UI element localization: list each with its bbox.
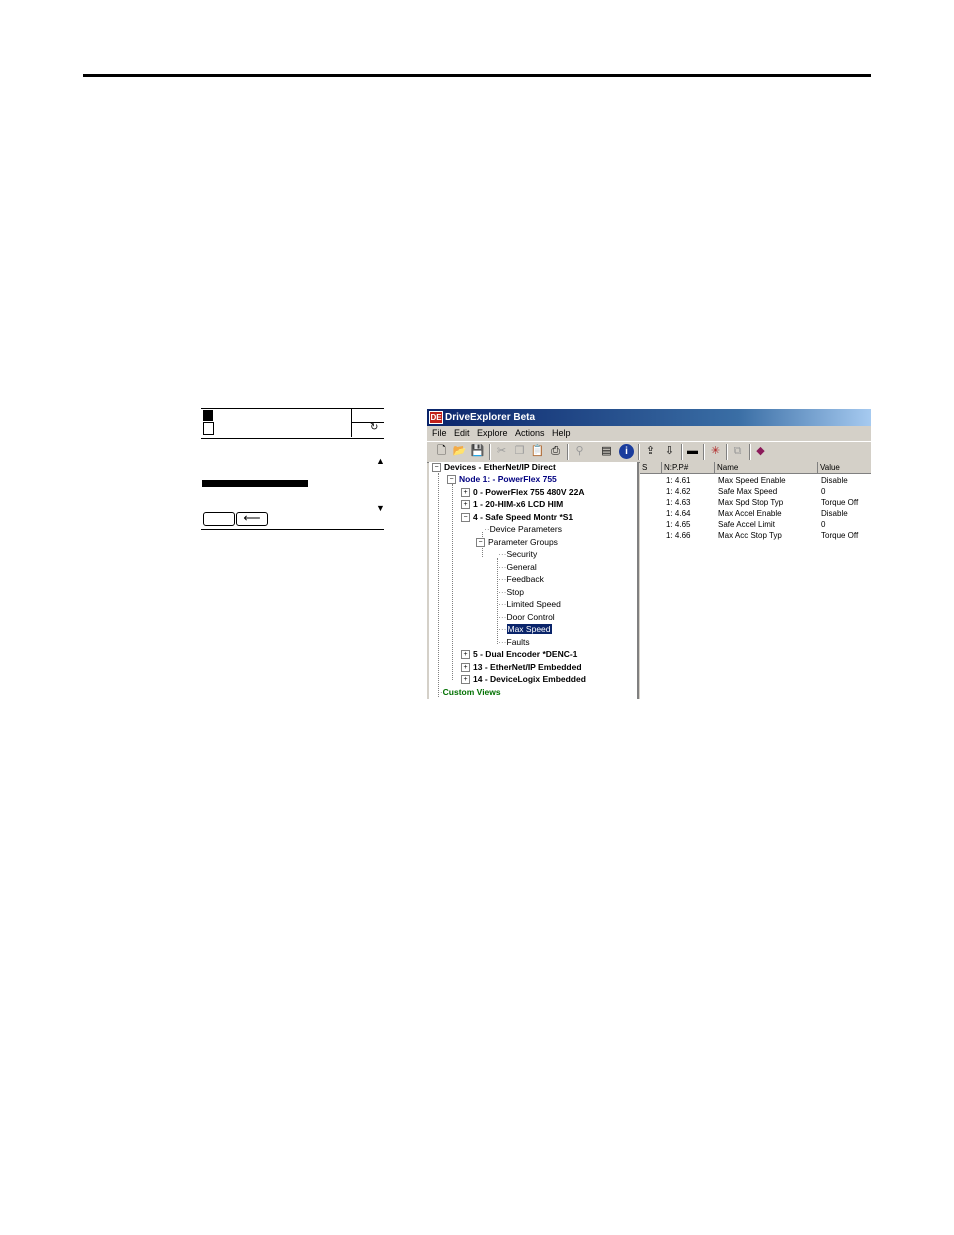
table-row[interactable]: 1: 4.64 Max Accel Enable Disable [640, 508, 871, 519]
column-header-name[interactable]: Name [715, 462, 818, 473]
paste-icon[interactable]: 📋 [530, 444, 545, 459]
back-arrow-icon: ⟵ [243, 511, 261, 525]
menu-file[interactable]: File [432, 426, 447, 441]
him-block-empty [203, 422, 214, 435]
toolbar-separator [726, 444, 728, 460]
toolbar-separator [681, 444, 683, 460]
him-block-filled [203, 410, 213, 421]
expand-icon[interactable]: + [461, 488, 470, 497]
list-header: S N:P.P# Name Value [640, 462, 871, 474]
collapse-icon[interactable]: − [461, 513, 470, 522]
down-arrow-icon: ▼ [376, 503, 385, 513]
tree-group-item[interactable]: ···Door Control [498, 612, 555, 623]
print-icon[interactable]: ⎙ [548, 444, 563, 459]
parameter-list: S N:P.P# Name Value 1: 4.61 Max Speed En… [640, 462, 871, 699]
tree-custom-views[interactable]: ··Custom Views [437, 687, 501, 698]
toolbar: 🗋 📂 💾 ✂ ❐ 📋 ⎙ ⚲ ▤ i ⇪ ⇩ ▬ ✳ ⧉ ◆ [427, 441, 871, 463]
tree-port[interactable]: −4 - Safe Speed Montr *S1 [461, 512, 573, 523]
title-bar[interactable]: DE DriveExplorer Beta [427, 409, 871, 426]
him-status-frame [201, 408, 384, 439]
tree-group-item[interactable]: ···Faults [498, 637, 530, 648]
tree-node[interactable]: − Node 1: - PowerFlex 755 [447, 474, 557, 485]
table-row[interactable]: 1: 4.65 Safe Accel Limit 0 [640, 519, 871, 530]
tree-item-device-parameters[interactable]: ··Device Parameters [484, 524, 562, 535]
disconnect-icon[interactable]: ⚲ [572, 444, 587, 459]
collapse-icon[interactable]: − [447, 475, 456, 484]
expand-icon[interactable]: + [461, 663, 470, 672]
tree-guide-line [438, 473, 439, 697]
tree-group-item[interactable]: ···Stop [498, 587, 524, 598]
copy-icon[interactable]: ❐ [512, 444, 527, 459]
toolbar-separator [749, 444, 751, 460]
him-highlight-bar [202, 480, 308, 487]
tree-group-item[interactable]: ···General [498, 562, 537, 573]
tree-port[interactable]: +14 - DeviceLogix Embedded [461, 674, 586, 685]
save-icon[interactable]: 💾 [470, 444, 485, 459]
refresh-icon: ↻ [370, 422, 379, 433]
table-row[interactable]: 1: 4.66 Max Acc Stop Typ Torque Off [640, 530, 871, 541]
tree-port[interactable]: +0 - PowerFlex 755 480V 22A [461, 487, 585, 498]
download-icon[interactable]: ⇩ [662, 444, 677, 459]
him-display: ↻ ▲ ▼ ⟵ [201, 408, 385, 532]
toolbar-separator [567, 444, 569, 460]
column-header-value[interactable]: Value [818, 462, 871, 473]
tree-port[interactable]: +5 - Dual Encoder *DENC-1 [461, 649, 577, 660]
expand-icon[interactable]: + [461, 500, 470, 509]
new-file-icon[interactable]: 🗋 [434, 444, 449, 459]
tree-group-item[interactable]: ···Security [498, 549, 537, 560]
compare-icon[interactable]: ⧉ [730, 444, 745, 459]
tree-group-item-selected[interactable]: ···Max Speed [498, 624, 552, 635]
expand-icon[interactable]: + [461, 650, 470, 659]
table-row[interactable]: 1: 4.61 Max Speed Enable Disable [640, 475, 871, 486]
menu-bar: File Edit Explore Actions Help [427, 426, 871, 441]
toolbar-separator [703, 444, 705, 460]
him-divider [351, 422, 384, 423]
table-row[interactable]: 1: 4.63 Max Spd Stop Typ Torque Off [640, 497, 871, 508]
toolbar-separator [638, 444, 640, 460]
tree-guide-line [452, 484, 453, 680]
device-tree: − Devices - EtherNet/IP Direct − Node 1: -… [429, 462, 639, 699]
column-header-s[interactable]: S [640, 462, 662, 473]
app-logo-icon: DE [429, 411, 443, 424]
tree-group-item[interactable]: ···Limited Speed [498, 599, 561, 610]
window-title: DriveExplorer Beta [445, 412, 536, 423]
tree-root[interactable]: − Devices - EtherNet/IP Direct [432, 462, 556, 473]
cut-icon[interactable]: ✂ [494, 444, 509, 459]
menu-explore[interactable]: Explore [477, 426, 508, 441]
wizard-icon[interactable]: ✳ [708, 444, 723, 459]
column-header-number[interactable]: N:P.P# [662, 462, 715, 473]
upload-icon[interactable]: ⇪ [643, 444, 658, 459]
menu-help[interactable]: Help [552, 426, 571, 441]
table-row[interactable]: 1: 4.62 Safe Max Speed 0 [640, 486, 871, 497]
help-book-icon[interactable]: ◆ [753, 444, 768, 459]
page-top-rule [83, 74, 871, 77]
properties-icon[interactable]: ▤ [599, 444, 614, 459]
expand-icon[interactable]: + [461, 675, 470, 684]
collapse-icon[interactable]: − [476, 538, 485, 547]
him-softkey[interactable] [203, 512, 235, 526]
tree-port[interactable]: +1 - 20-HIM-x6 LCD HIM [461, 499, 563, 510]
open-folder-icon[interactable]: 📂 [452, 444, 467, 459]
toolbar-separator [489, 444, 491, 460]
info-icon[interactable]: i [619, 444, 634, 459]
tree-item-parameter-groups[interactable]: − Parameter Groups [476, 537, 558, 548]
collapse-icon[interactable]: − [432, 463, 441, 472]
tree-group-item[interactable]: ···Feedback [498, 574, 544, 585]
menu-edit[interactable]: Edit [454, 426, 470, 441]
menu-actions[interactable]: Actions [515, 426, 545, 441]
monitor-icon[interactable]: ▬ [685, 444, 700, 459]
him-back-softkey[interactable]: ⟵ [236, 512, 268, 526]
up-arrow-icon: ▲ [376, 456, 385, 466]
him-bottom-rule [201, 529, 384, 530]
driveexplorer-window: DE DriveExplorer Beta File Edit Explore … [427, 409, 871, 699]
tree-port[interactable]: +13 - EtherNet/IP Embedded [461, 662, 582, 673]
